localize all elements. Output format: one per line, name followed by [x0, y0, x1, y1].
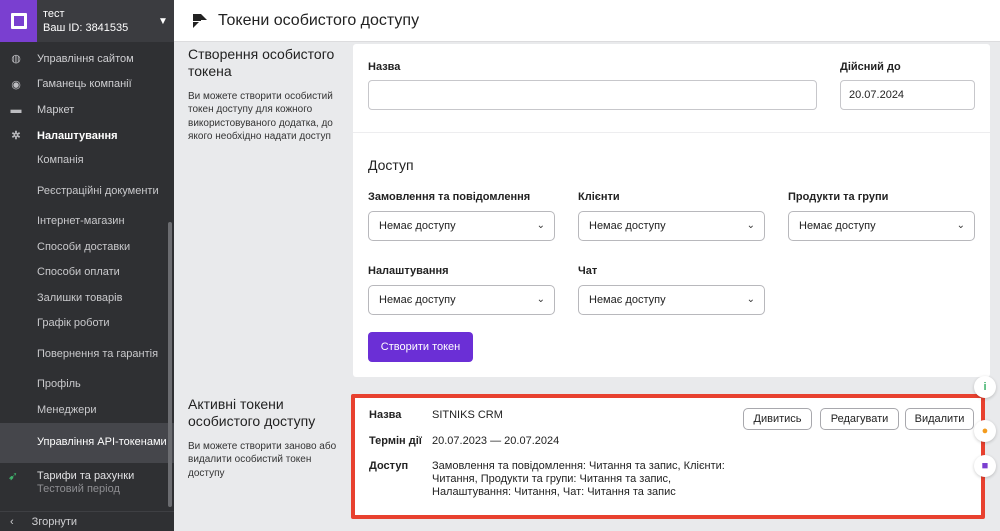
sidebar-item-tariffs[interactable]: ➹ Тарифи та рахунки Тестовий період — [0, 463, 174, 497]
token-name-label: Назва — [369, 409, 402, 421]
sidebar-item-market[interactable]: ▬ Маркет — [0, 97, 174, 123]
token-name-input[interactable] — [368, 80, 817, 110]
token-access-label: Доступ — [369, 460, 409, 472]
sidebar-item-label: Налаштування — [37, 129, 118, 142]
access-chat-select[interactable]: Немає доступу ⌄ — [578, 285, 765, 315]
sidebar-item-wallet[interactable]: ◉ Гаманець компанії — [0, 72, 174, 98]
token-access-line: Налаштування: Читання, Чат: Читання та з… — [432, 486, 676, 498]
token-access-line: Читання, Продукти та групи: Читання та з… — [432, 473, 672, 485]
access-clients-select[interactable]: Немає доступу ⌄ — [578, 211, 765, 241]
page-title: Токени особистого доступу — [218, 11, 420, 29]
sidebar-subitem-stock[interactable]: Залишки товарів — [0, 286, 174, 312]
access-chat-label: Чат — [578, 265, 598, 277]
account-switcher[interactable]: тест Ваш ID: 3841535 ▼ — [0, 0, 174, 42]
select-value: Немає доступу — [379, 294, 456, 306]
tariff-icon: ➹ — [8, 469, 19, 484]
globe-icon: ◍ — [11, 53, 21, 66]
create-token-button[interactable]: Створити токен — [368, 332, 473, 362]
account-name: тест — [43, 8, 65, 20]
token-name-value: SITNIKS CRM — [432, 409, 503, 421]
chat-widget-icon[interactable]: ■ — [974, 455, 996, 477]
sidebar-item-settings[interactable]: ✲ Налаштування — [0, 123, 174, 149]
active-section-title: Активні токени особистого доступу — [188, 396, 316, 429]
select-value: Немає доступу — [589, 294, 666, 306]
sidebar-item-label: Управління сайтом — [37, 52, 134, 65]
sidebar-subitem-payment[interactable]: Способи оплати — [0, 260, 174, 286]
access-orders-select[interactable]: Немає доступу ⌄ — [368, 211, 555, 241]
account-id: Ваш ID: 3841535 — [43, 22, 129, 34]
access-settings-select[interactable]: Немає доступу ⌄ — [368, 285, 555, 315]
access-clients-label: Клієнти — [578, 191, 620, 203]
access-products-select[interactable]: Немає доступу ⌄ — [788, 211, 975, 241]
chevron-down-icon: ⌄ — [536, 220, 545, 231]
wallet-icon: ◉ — [11, 78, 21, 91]
support-widget-icon[interactable]: ● — [974, 420, 996, 442]
valid-until-input[interactable]: 20.07.2024 — [840, 80, 975, 110]
sidebar-subitem-managers[interactable]: Менеджери — [0, 398, 174, 424]
sidebar-subitem-api-tokens[interactable]: Управління API-токенами — [0, 423, 174, 464]
access-products-label: Продукти та групи — [788, 191, 889, 203]
create-section-title: Створення особистого токена — [188, 46, 335, 79]
edit-button[interactable]: Редагувати — [820, 408, 899, 430]
select-value: Немає доступу — [379, 220, 456, 232]
chevron-down-icon: ⌄ — [956, 220, 965, 231]
token-access-value: Замовлення та повідомлення: Читання та з… — [432, 460, 725, 499]
sidebar-subitem-company[interactable]: Компанія — [0, 148, 174, 174]
sidebar-scrollbar[interactable] — [168, 222, 172, 507]
collapse-button[interactable]: ‹ Згорнути — [0, 511, 174, 531]
chevron-down-icon: ⌄ — [746, 220, 755, 231]
collapse-label: Згорнути — [31, 515, 78, 528]
token-term-label: Термін дії — [369, 435, 422, 447]
sidebar-subitem-schedule[interactable]: Графік роботи — [0, 311, 174, 337]
create-section-description: Ви можете створити особистий токен досту… — [188, 91, 333, 142]
create-section-info: Створення особистого токена Ви можете ст… — [188, 46, 338, 143]
access-heading: Доступ — [368, 157, 414, 173]
chevron-down-icon: ⌄ — [746, 294, 755, 305]
tariff-subtitle: Тестовий період — [37, 483, 120, 496]
chevron-down-icon: ⌄ — [536, 294, 545, 305]
sidebar-item-label: Маркет — [37, 103, 75, 116]
tariff-title: Тарифи та рахунки — [37, 470, 135, 483]
sidebar-subitem-returns[interactable]: Повернення та гарантія — [0, 337, 174, 372]
active-section-info: Активні токени особистого доступу Ви мож… — [188, 396, 338, 480]
create-token-card: Назва Дійсний до 20.07.2024 Доступ Замов… — [353, 44, 990, 377]
divider — [353, 132, 990, 133]
token-icon — [193, 13, 207, 28]
token-term-value: 20.07.2023 — 20.07.2024 — [432, 435, 560, 447]
market-icon: ▬ — [10, 103, 22, 116]
active-token-card: Назва SITNIKS CRM Термін дії 20.07.2023 … — [351, 394, 985, 519]
gear-icon: ✲ — [11, 130, 21, 143]
valid-until-label: Дійсний до — [840, 61, 901, 73]
sidebar: тест Ваш ID: 3841535 ▼ ◍ Управління сайт… — [0, 0, 174, 531]
logo — [0, 0, 37, 42]
chevron-down-icon: ▼ — [158, 15, 168, 27]
info-widget-icon[interactable]: i — [974, 376, 996, 398]
sidebar-item-label: Гаманець компанії — [37, 78, 132, 91]
chevron-left-icon: ‹ — [10, 515, 14, 528]
sidebar-subitem-profile[interactable]: Профіль — [0, 372, 174, 398]
sidebar-subitem-delivery[interactable]: Способи доставки — [0, 235, 174, 261]
active-section-description: Ви можете створити заново або видалити о… — [188, 441, 337, 479]
select-value: Немає доступу — [589, 220, 666, 232]
access-orders-label: Замовлення та повідомлення — [368, 191, 531, 203]
view-button[interactable]: Дивитись — [743, 408, 812, 430]
token-access-line: Замовлення та повідомлення: Читання та з… — [432, 460, 725, 472]
delete-button[interactable]: Видалити — [905, 408, 974, 430]
sidebar-subitem-registration-docs[interactable]: Реєстраційні документи — [0, 174, 174, 209]
access-settings-label: Налаштування — [368, 265, 449, 277]
sidebar-subitem-online-store[interactable]: Інтернет-магазин — [0, 209, 174, 235]
page-header: Токени особистого доступу — [174, 0, 1000, 42]
sidebar-item-site[interactable]: ◍ Управління сайтом — [0, 46, 174, 72]
name-label: Назва — [368, 61, 401, 73]
select-value: Немає доступу — [799, 220, 876, 232]
